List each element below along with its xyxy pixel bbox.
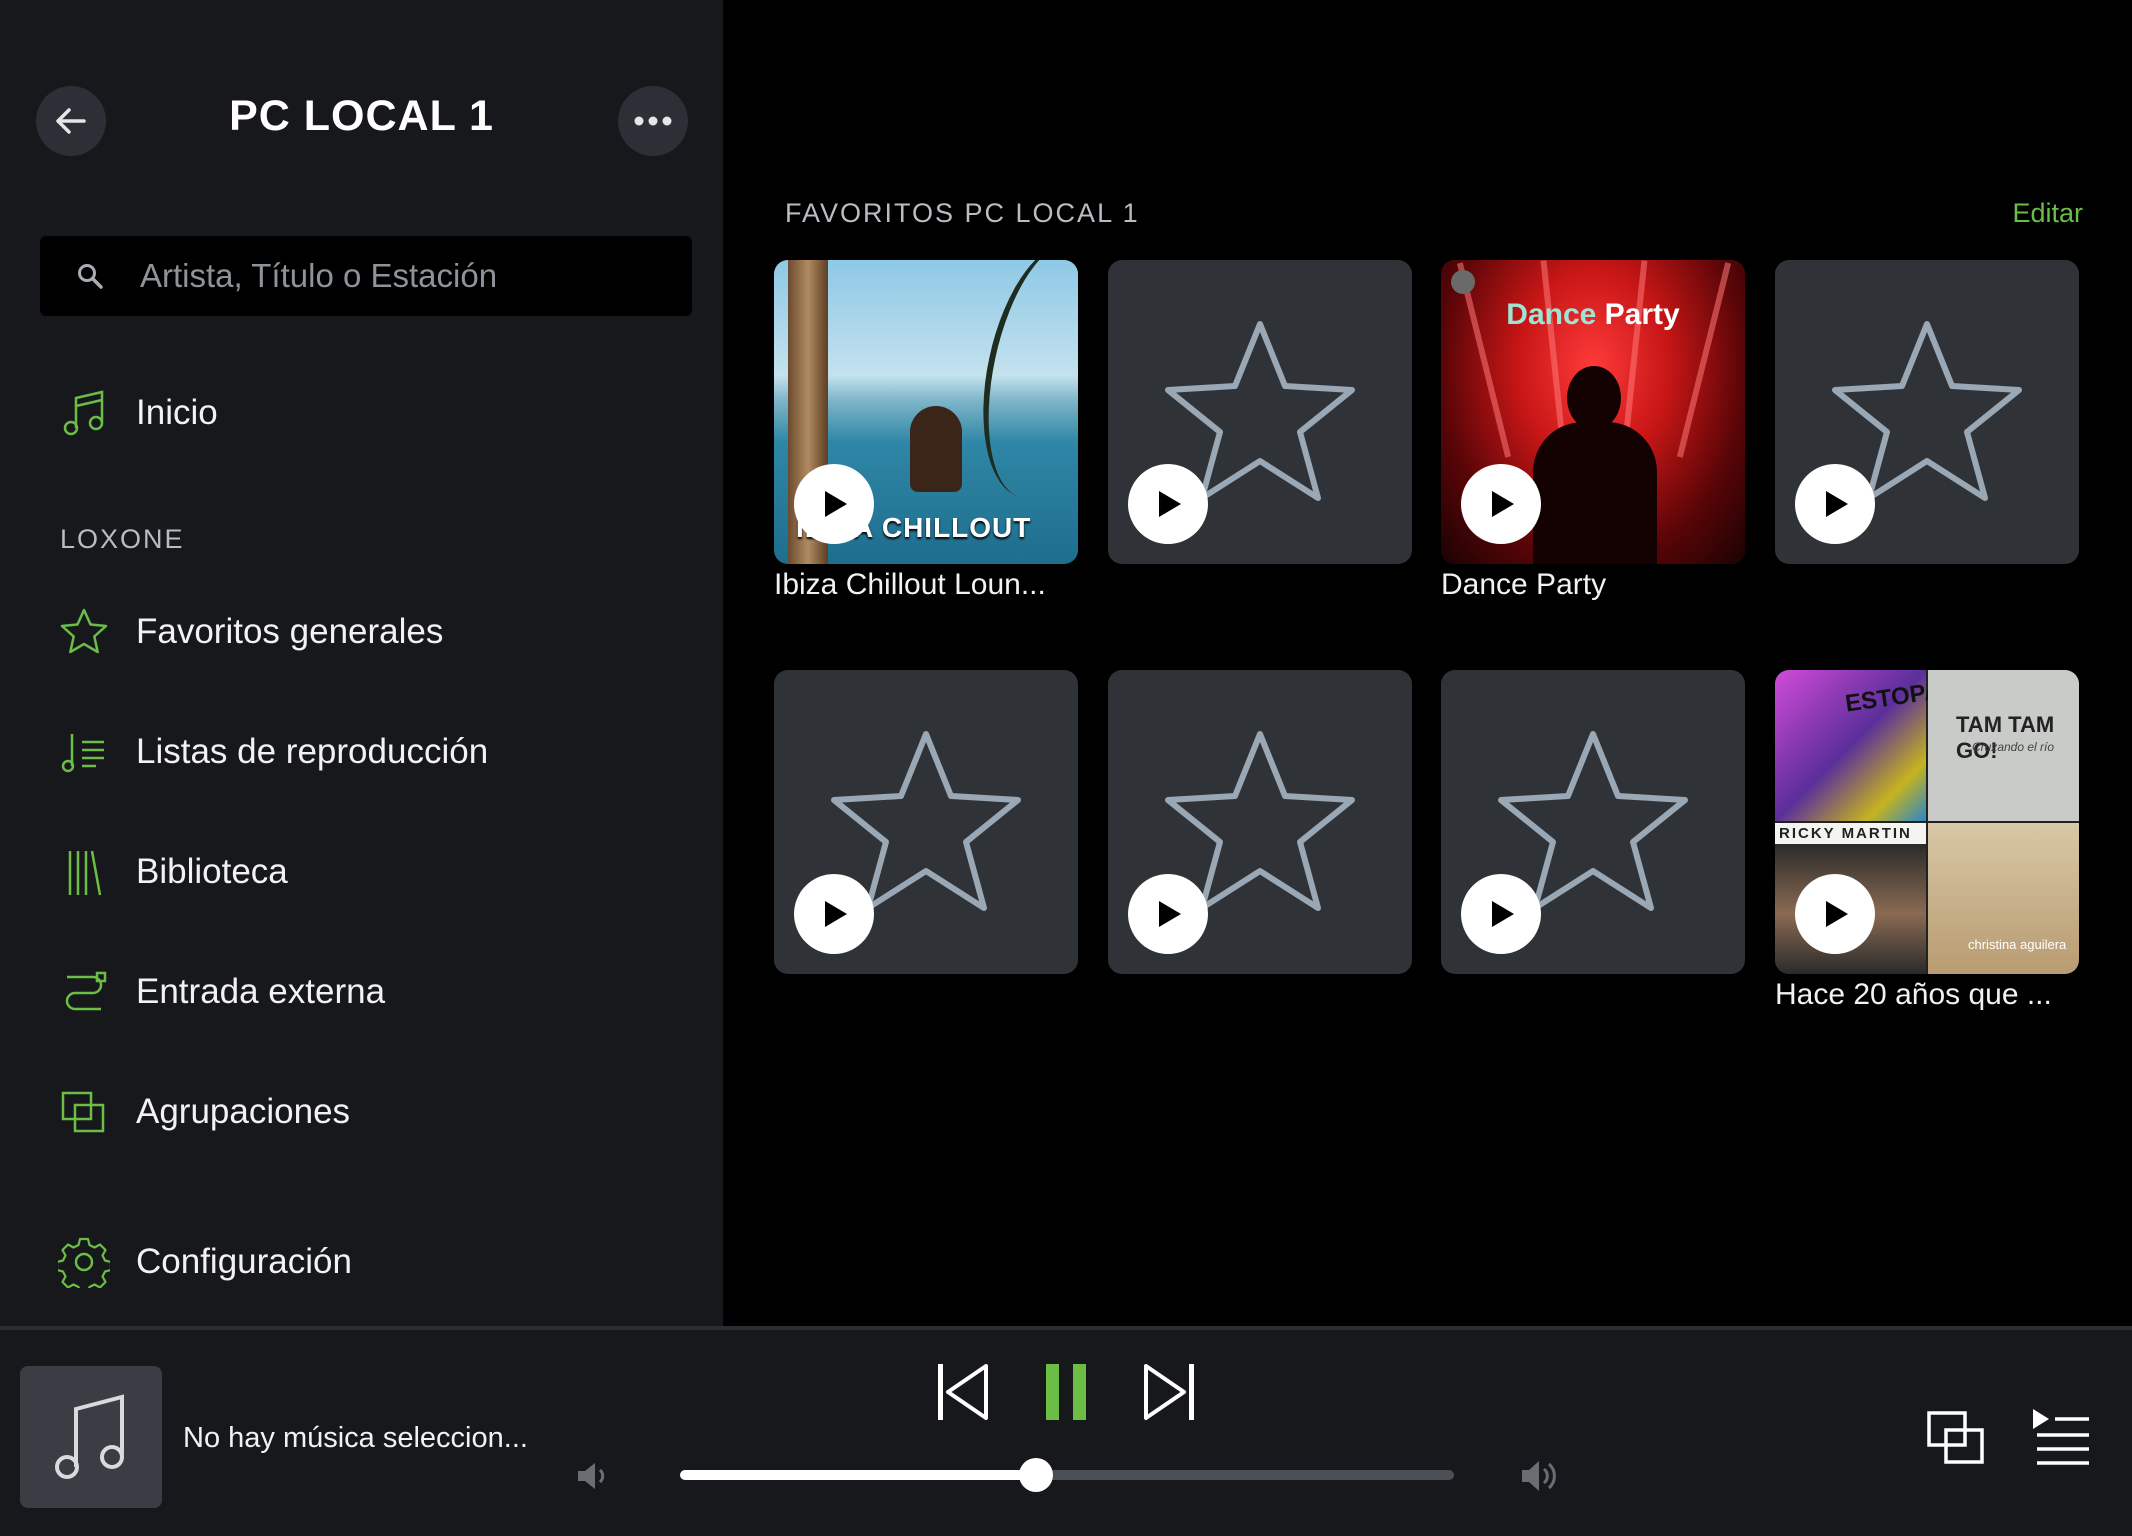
sidebar-item-label: Favoritos generales <box>136 612 444 651</box>
music-note-icon <box>58 387 110 439</box>
sidebar-item-favorites[interactable]: Favoritos generales <box>58 600 443 664</box>
play-icon <box>1826 491 1848 517</box>
favorite-tile-empty[interactable] <box>774 670 1078 974</box>
play-icon <box>825 491 847 517</box>
music-note-icon <box>55 1394 124 1479</box>
sidebar-item-label: Inicio <box>136 393 218 432</box>
more-options-button[interactable] <box>618 86 688 156</box>
section-label: LOXONE <box>60 524 185 554</box>
groups-button[interactable] <box>1924 1408 1988 1468</box>
favorites-panel: FAVORITOS PC LOCAL 1 Editar IBIZA CHILLO… <box>723 0 2132 1326</box>
play-button[interactable] <box>1128 874 1208 954</box>
skip-forward-icon <box>1144 1364 1194 1420</box>
sidebar-item-label: Entrada externa <box>136 972 386 1011</box>
search-icon <box>76 262 116 290</box>
search-input[interactable] <box>140 257 660 295</box>
sidebar-item-label: Biblioteca <box>136 852 288 891</box>
favorite-tile-empty[interactable] <box>1108 670 1412 974</box>
play-icon <box>1159 901 1181 927</box>
favorite-tile-empty[interactable] <box>1108 260 1412 564</box>
sidebar-item-label: Listas de reproducción <box>136 732 489 771</box>
sidebar-item-home[interactable]: Inicio <box>58 381 218 445</box>
groups-icon <box>1927 1411 1984 1464</box>
edit-button[interactable]: Editar <box>2012 198 2083 229</box>
sidebar-item-settings[interactable]: Configuración <box>58 1230 352 1294</box>
play-button[interactable] <box>794 464 874 544</box>
favorite-tile-empty[interactable] <box>1775 260 2079 564</box>
volume-down-button[interactable] <box>572 1456 612 1496</box>
slider-handle[interactable] <box>1019 1458 1054 1492</box>
tile-caption: Ibiza Chillout Loun... <box>774 568 1046 601</box>
favorite-tile-empty[interactable] <box>1441 670 1745 974</box>
volume-high-icon <box>1522 1461 1556 1491</box>
tile-caption: Hace 20 años que ... <box>1775 978 2052 1011</box>
groups-icon <box>58 1086 110 1138</box>
play-icon <box>1159 491 1181 517</box>
sidebar-item-line-in[interactable]: Entrada externa <box>58 960 385 1024</box>
sidebar-item-label: Configuración <box>136 1242 352 1281</box>
favorite-tile[interactable]: ESTOPA TAM TAM GO! Cruzando el río RICKY… <box>1775 670 2079 974</box>
queue-button[interactable] <box>2030 1406 2092 1466</box>
zone-title: PC LOCAL 1 <box>229 92 494 140</box>
queue-icon <box>2033 1409 2089 1465</box>
sidebar: PC LOCAL 1 Inicio LOXONE Favoritos gener… <box>0 0 723 1326</box>
volume-low-icon <box>578 1463 605 1489</box>
gear-icon <box>58 1236 110 1288</box>
skip-back-icon <box>938 1364 988 1420</box>
pause-icon <box>1046 1364 1086 1420</box>
play-icon <box>1826 901 1848 927</box>
favorites-heading: FAVORITOS PC LOCAL 1 <box>785 198 1140 228</box>
cover-art <box>20 1366 162 1508</box>
previous-track-button[interactable] <box>932 1360 992 1424</box>
spotify-icon <box>1451 270 1475 294</box>
sidebar-item-playlists[interactable]: Listas de reproducción <box>58 720 488 784</box>
now-playing-title: No hay música seleccion... <box>183 1422 528 1454</box>
next-track-button[interactable] <box>1140 1360 1200 1424</box>
search-bar[interactable] <box>40 236 692 316</box>
slider-fill <box>680 1470 1037 1480</box>
volume-slider[interactable] <box>680 1458 1454 1492</box>
favorite-tile[interactable]: IBIZA CHILLOUT <box>774 260 1078 564</box>
play-button[interactable] <box>1128 464 1208 544</box>
pause-button[interactable] <box>1036 1360 1096 1424</box>
sidebar-item-label: Agrupaciones <box>136 1092 351 1131</box>
play-button[interactable] <box>1461 874 1541 954</box>
favorite-tile[interactable]: Dance Party <box>1441 260 1745 564</box>
tile-caption: Dance Party <box>1441 568 1607 601</box>
play-button[interactable] <box>1795 874 1875 954</box>
ellipsis-icon <box>634 116 672 126</box>
play-button[interactable] <box>1795 464 1875 544</box>
play-button[interactable] <box>794 874 874 954</box>
line-in-icon <box>58 966 110 1018</box>
sidebar-item-groups[interactable]: Agrupaciones <box>58 1080 350 1144</box>
play-icon <box>825 901 847 927</box>
play-button[interactable] <box>1461 464 1541 544</box>
library-icon <box>58 846 110 898</box>
play-icon <box>1492 491 1514 517</box>
playlist-icon <box>58 726 110 778</box>
star-icon <box>58 606 110 658</box>
play-icon <box>1492 901 1514 927</box>
player-bar: No hay música seleccion... <box>0 1326 2132 1536</box>
sidebar-item-library[interactable]: Biblioteca <box>58 840 288 904</box>
volume-up-button[interactable] <box>1518 1454 1562 1498</box>
